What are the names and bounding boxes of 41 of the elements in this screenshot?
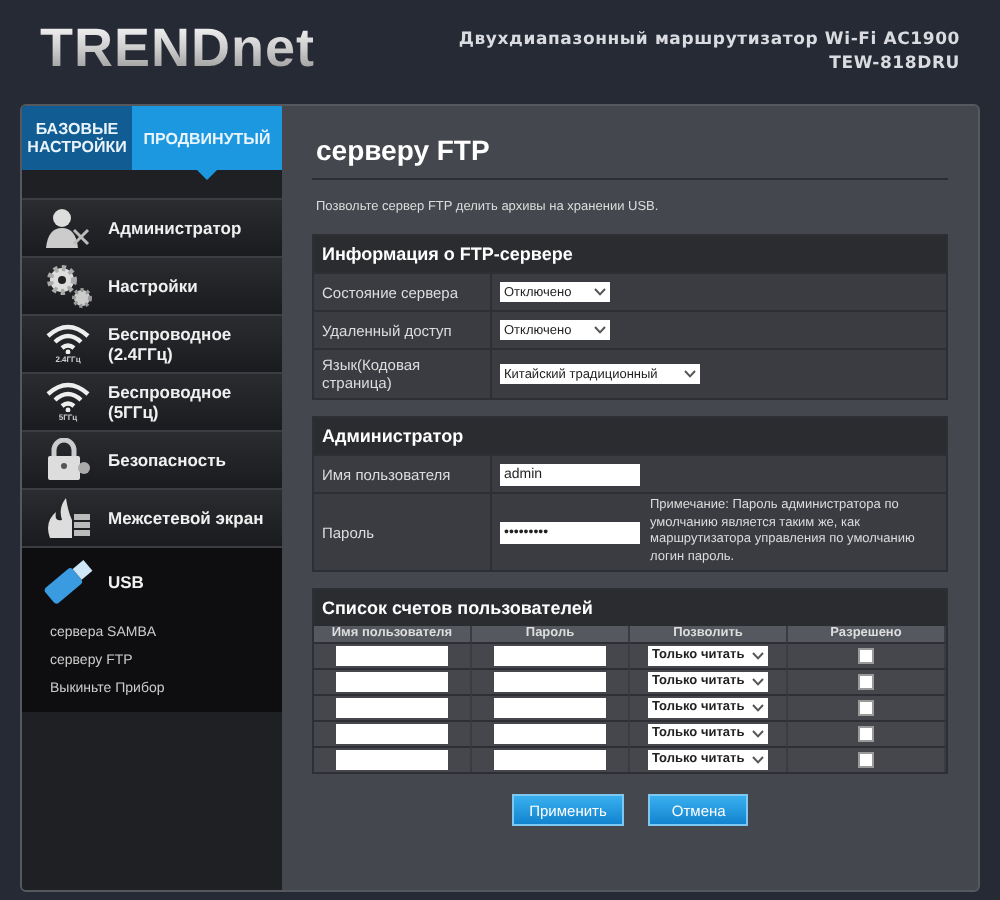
checkbox[interactable] — [858, 700, 874, 716]
model-name: TEW-818DRU — [827, 52, 960, 76]
caret-icon — [752, 756, 764, 764]
mode-tab[interactable]: БАЗОВЫЕ НАСТРОЙКИ — [22, 106, 132, 170]
gear-icon — [44, 264, 92, 308]
password-field[interactable] — [494, 698, 606, 718]
checkbox[interactable] — [858, 726, 874, 742]
person-icon — [44, 206, 92, 250]
username-field[interactable] — [336, 724, 448, 744]
username-field[interactable] — [336, 750, 448, 770]
password-field[interactable] — [494, 750, 606, 770]
sidebar-item[interactable]: Межсетевой экран — [22, 488, 282, 546]
caret-icon — [752, 678, 764, 686]
caret-icon — [594, 326, 606, 334]
section-header: Информация о FTP-сервере — [314, 236, 946, 272]
wifi-icon — [44, 382, 92, 412]
caret-icon — [594, 288, 606, 296]
username-field[interactable] — [336, 646, 448, 666]
password-field[interactable] — [494, 724, 606, 744]
sidebar-item[interactable]: Администратор — [22, 198, 282, 256]
username-field[interactable] — [336, 698, 448, 718]
checkbox[interactable] — [858, 674, 874, 690]
caret-icon — [684, 370, 696, 378]
checkbox[interactable] — [858, 648, 874, 664]
product-name: Двухдиапазонный маршрутизатор Wi-Fi AC1900 — [458, 28, 960, 52]
password-field[interactable] — [494, 646, 606, 666]
caret-icon — [752, 704, 764, 712]
sidebar-item[interactable]: Настройки — [22, 256, 282, 314]
username-field[interactable] — [336, 672, 448, 692]
firewall-icon — [44, 496, 92, 540]
wifi-icon — [44, 324, 92, 354]
section-header: Администратор — [314, 418, 946, 454]
caret-icon — [752, 652, 764, 660]
checkbox[interactable] — [858, 752, 874, 768]
sidebar-item[interactable]: Безопасность — [22, 430, 282, 488]
caret-icon — [752, 730, 764, 738]
page-title: серверу FTP — [312, 106, 948, 180]
padlock-icon — [44, 438, 92, 482]
sidebar-item[interactable]: USB — [22, 546, 282, 616]
section-header: Список счетов пользователей — [314, 590, 946, 626]
password-field[interactable] — [494, 672, 606, 692]
